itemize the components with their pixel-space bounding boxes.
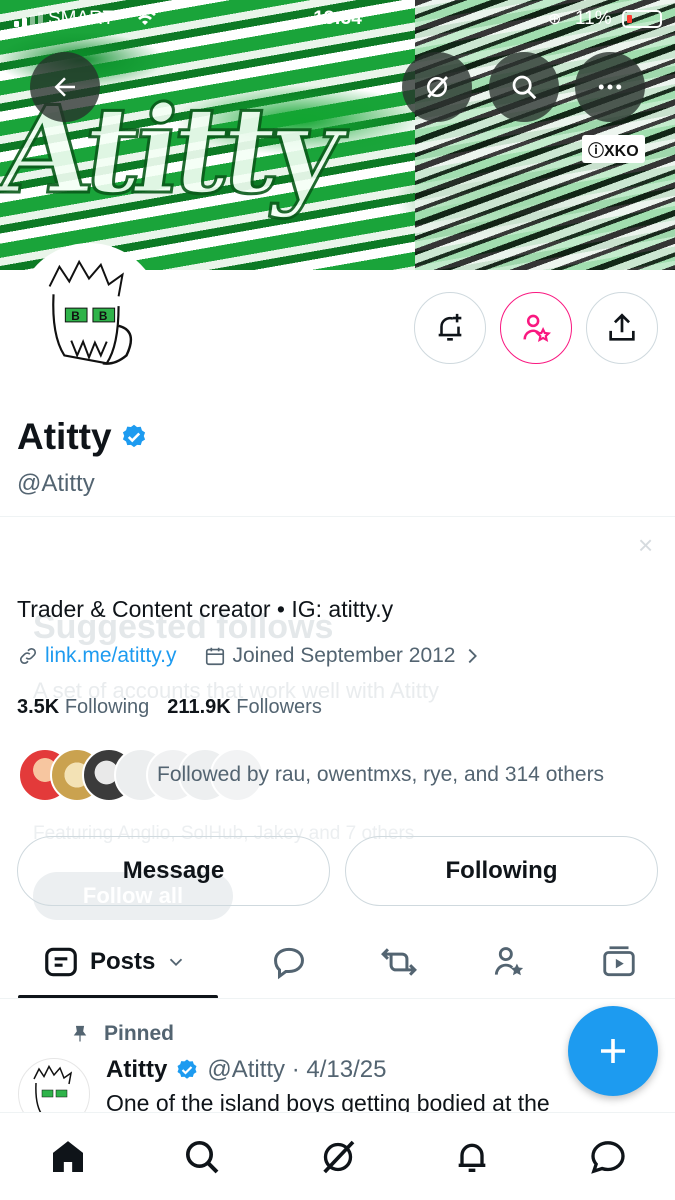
profile-banner[interactable]: Atitty ⓘXKO <box>0 0 675 270</box>
bell-plus-icon <box>438 313 462 341</box>
tab-reposts[interactable] <box>380 943 418 981</box>
post-header: Atitty @Atitty · 4/13/25 <box>106 1056 386 1084</box>
chevron-down-icon <box>170 958 183 967</box>
nav-messages[interactable] <box>586 1135 630 1179</box>
calendar-icon <box>206 647 225 666</box>
nav-home[interactable] <box>46 1135 90 1179</box>
tab-replies[interactable] <box>270 943 308 981</box>
repost-icon <box>381 948 417 976</box>
grok-icon <box>323 1140 355 1174</box>
profile-name: Atitty <box>17 416 148 458</box>
bottom-nav <box>0 1112 675 1200</box>
profile-link[interactable]: link.me/atitty.y <box>45 644 176 668</box>
close-icon[interactable]: × <box>638 530 653 561</box>
following-button[interactable]: Following <box>345 836 658 906</box>
message-icon <box>591 1141 625 1174</box>
nav-explore[interactable] <box>180 1135 224 1179</box>
post-text[interactable]: One of the island boys getting bodied at… <box>106 1090 666 1112</box>
tab-posts[interactable]: Posts <box>42 943 187 981</box>
person-star-icon <box>523 314 551 342</box>
profile-avatar[interactable]: B B <box>16 243 162 389</box>
post-handle-date: @Atitty · 4/13/25 <box>207 1056 387 1083</box>
orientation-lock-icon: ⊕ <box>548 11 562 28</box>
svg-text:B: B <box>71 309 80 323</box>
pin-icon <box>73 1025 87 1042</box>
reply-icon <box>274 947 304 980</box>
banner-social-tag: ⓘXKO <box>582 135 645 163</box>
arrow-left-icon <box>54 77 75 97</box>
followed-by-text[interactable]: Followed by rau, owentmxs, rye, and 314 … <box>157 763 604 787</box>
search-icon <box>512 75 537 100</box>
search-button[interactable] <box>489 52 559 122</box>
message-button[interactable]: Message <box>17 836 330 906</box>
pinned-label: Pinned <box>70 1022 174 1046</box>
tab-media[interactable] <box>600 943 638 981</box>
tab-highlights[interactable] <box>490 943 528 981</box>
compose-button[interactable] <box>568 1006 658 1096</box>
more-button[interactable] <box>575 52 645 122</box>
media-icon <box>603 946 635 977</box>
divider <box>0 998 675 999</box>
chevron-right-icon[interactable] <box>461 645 483 667</box>
person-star-icon <box>494 947 524 976</box>
verified-badge-icon <box>177 1059 197 1079</box>
profile-name-text: Atitty <box>17 416 112 457</box>
nav-grok[interactable] <box>316 1135 360 1179</box>
divider <box>0 516 675 517</box>
profile-handle: @Atitty <box>17 470 95 497</box>
subscribe-button[interactable] <box>500 292 572 364</box>
grok-icon <box>427 76 449 98</box>
profile-tabs: Posts <box>0 935 675 999</box>
battery-icon <box>622 10 662 28</box>
share-button[interactable] <box>586 292 658 364</box>
more-icon <box>598 84 622 90</box>
grok-button[interactable] <box>402 52 472 122</box>
verified-badge-icon[interactable] <box>120 423 148 451</box>
posts-tab-icon <box>45 947 77 977</box>
notify-button[interactable] <box>414 292 486 364</box>
battery-percent: 11% <box>575 8 612 29</box>
search-icon <box>186 1141 219 1174</box>
profile-stats: 3.5K Following 211.9K Followers <box>17 696 322 719</box>
status-bar: SMART 13:34 ⊕ 11% <box>0 0 675 38</box>
followers-stat[interactable]: 211.9K Followers <box>167 696 322 719</box>
tab-posts-label: Posts <box>90 948 156 975</box>
link-icon <box>19 647 37 665</box>
back-button[interactable] <box>30 52 100 122</box>
avatar-drawing: B B <box>48 259 133 365</box>
home-icon <box>53 1141 83 1172</box>
plus-icon <box>601 1039 625 1063</box>
profile-bio: Trader & Content creator • IG: atitty.y <box>17 596 394 622</box>
bell-icon <box>458 1143 486 1172</box>
profile-meta: link.me/atitty.y Joined September 2012 <box>17 644 483 668</box>
nav-notifications[interactable] <box>450 1135 494 1179</box>
clock: 13:34 <box>313 8 362 29</box>
post-author-name[interactable]: Atitty <box>106 1056 167 1084</box>
joined-date: Joined September 2012 <box>232 644 456 667</box>
svg-text:B: B <box>99 309 108 323</box>
share-icon <box>609 313 635 341</box>
following-stat[interactable]: 3.5K Following <box>17 696 149 719</box>
